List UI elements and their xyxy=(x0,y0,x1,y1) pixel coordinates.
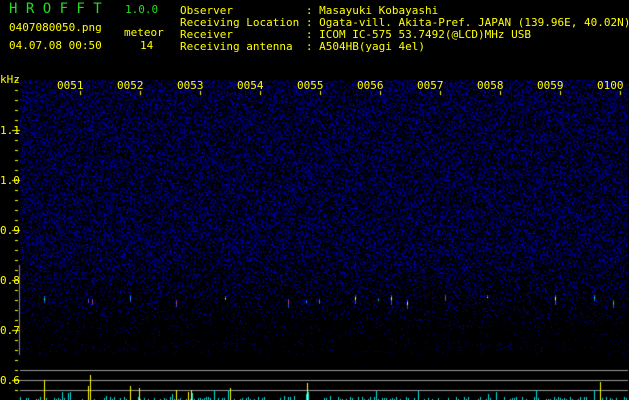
freq-label: 0.7 xyxy=(0,324,20,337)
app-title: H R O F F T xyxy=(9,1,102,17)
spectrogram xyxy=(0,0,629,400)
time-label: 0059 xyxy=(537,79,564,92)
time-label: 0055 xyxy=(297,79,324,92)
time-label: 0058 xyxy=(477,79,504,92)
time-label: 0054 xyxy=(237,79,264,92)
time-label: 0057 xyxy=(417,79,444,92)
time-label: 0052 xyxy=(117,79,144,92)
meteor-label: meteor xyxy=(124,26,164,39)
time-label: 0053 xyxy=(177,79,204,92)
freq-label: 1.0 xyxy=(0,174,20,187)
filename: 0407080050.png xyxy=(9,21,102,34)
time-label: 0056 xyxy=(357,79,384,92)
freq-label: 0.9 xyxy=(0,224,20,237)
meteor-count: 14 xyxy=(140,39,154,52)
freq-label: 0.6 xyxy=(0,374,20,387)
info-antenna: Receiving antenna : A504HB(yagi 4el) xyxy=(180,40,426,53)
time-label: 0100 xyxy=(597,79,624,92)
time-label: 0051 xyxy=(57,79,84,92)
unit-label: kHz xyxy=(0,73,20,86)
freq-label: 0.8 xyxy=(0,274,20,287)
app-version: 1.0.0 xyxy=(125,3,159,16)
datetime: 04.07.08 00:50 xyxy=(9,39,102,52)
freq-label: 1.1 xyxy=(0,124,20,137)
